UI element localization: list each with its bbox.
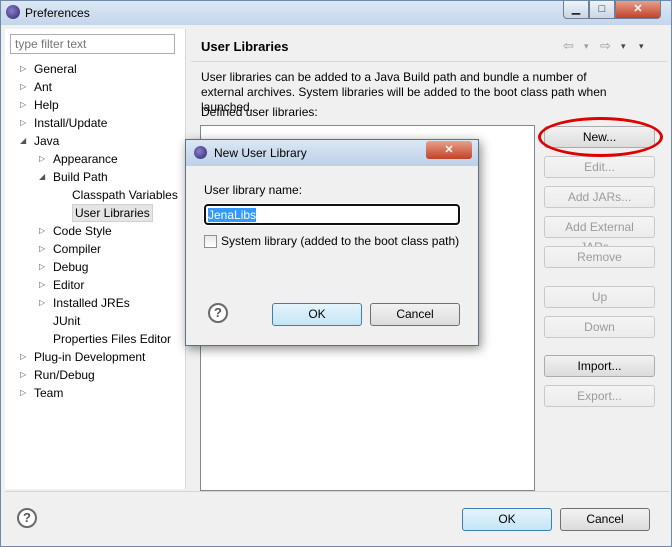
- up-button[interactable]: Up: [544, 286, 655, 308]
- library-name-input[interactable]: [203, 203, 461, 226]
- minimize-button[interactable]: ▁: [563, 1, 589, 19]
- preferences-tree-pane: [5, 29, 186, 489]
- collapsed-arrow-icon[interactable]: ▷: [39, 222, 49, 240]
- edit-button[interactable]: Edit...: [544, 156, 655, 178]
- tree-item-label: General: [34, 62, 77, 76]
- collapsed-arrow-icon[interactable]: ▷: [20, 78, 30, 96]
- collapsed-arrow-icon[interactable]: ▷: [39, 150, 49, 168]
- tree-item-label: Build Path: [53, 170, 108, 184]
- tree-item-label: Classpath Variables: [72, 188, 178, 202]
- add-jars-button[interactable]: Add JARs...: [544, 186, 655, 208]
- tree-item-label: Run/Debug: [34, 368, 95, 382]
- tree-item-label: Properties Files Editor: [53, 332, 172, 346]
- back-dropdown-icon[interactable]: ▾: [584, 41, 589, 52]
- down-button[interactable]: Down: [544, 316, 655, 338]
- dialog-ok-button[interactable]: OK: [272, 303, 362, 326]
- collapsed-arrow-icon[interactable]: ▷: [20, 366, 30, 384]
- tree-item-label: Debug: [53, 260, 89, 274]
- tree-item-label: Code Style: [53, 224, 112, 238]
- collapsed-arrow-icon[interactable]: ▷: [20, 60, 30, 78]
- dialog-cancel-button[interactable]: Cancel: [370, 303, 460, 326]
- new-user-library-dialog: New User Library ✕ User library name: Sy…: [185, 139, 479, 346]
- close-button[interactable]: ✕: [615, 1, 661, 19]
- tree-item-label: User Libraries: [72, 204, 153, 222]
- collapsed-arrow-icon[interactable]: ▷: [20, 114, 30, 132]
- eclipse-icon: [6, 5, 20, 19]
- collapsed-arrow-icon[interactable]: ▷: [39, 240, 49, 258]
- dialog-help-icon[interactable]: ?: [208, 303, 228, 323]
- highlight-circle-annotation: [538, 117, 663, 157]
- eclipse-icon: [194, 146, 207, 159]
- title-bar[interactable]: Preferences ▁ □ ✕: [1, 1, 671, 25]
- view-menu-icon[interactable]: ▾: [639, 41, 644, 52]
- collapsed-arrow-icon[interactable]: ▷: [39, 276, 49, 294]
- tree-item-label: Installed JREs: [53, 296, 130, 310]
- preferences-window: Preferences ▁ □ ✕ ▷ General ▷ Ant ▷ Help ▷ Inst…: [0, 0, 672, 547]
- expanded-arrow-icon[interactable]: ◢: [39, 168, 49, 186]
- tree-item-label: Java: [34, 134, 60, 148]
- collapsed-arrow-icon[interactable]: ▷: [20, 96, 30, 114]
- export-button[interactable]: Export...: [544, 385, 655, 407]
- window-title: Preferences: [25, 6, 90, 20]
- collapsed-arrow-icon[interactable]: ▷: [39, 294, 49, 312]
- dialog-title-bar[interactable]: New User Library ✕: [186, 140, 478, 166]
- system-library-checkbox[interactable]: [204, 235, 217, 248]
- footer-separator: [5, 491, 669, 492]
- remove-button[interactable]: Remove: [544, 246, 655, 268]
- help-icon[interactable]: ?: [17, 508, 37, 528]
- collapsed-arrow-icon[interactable]: ▷: [39, 258, 49, 276]
- forward-dropdown-icon[interactable]: ▾: [621, 41, 626, 52]
- tree-item-label: Install/Update: [34, 116, 108, 130]
- page-title: User Libraries: [201, 39, 289, 54]
- tree-item-label: Editor: [53, 278, 85, 292]
- ok-button[interactable]: OK: [462, 508, 552, 531]
- back-arrow-icon[interactable]: ⇦: [563, 38, 574, 54]
- filter-input[interactable]: [10, 34, 175, 54]
- tree-item-label: Appearance: [53, 152, 118, 166]
- tree-item-label: Team: [34, 386, 64, 400]
- system-library-label[interactable]: System library (added to the boot class …: [221, 234, 459, 248]
- tree-item-label: Ant: [34, 80, 53, 94]
- expanded-arrow-icon[interactable]: ◢: [20, 132, 30, 150]
- tree-item-label: Compiler: [53, 242, 102, 256]
- dialog-close-button[interactable]: ✕: [426, 141, 472, 159]
- defined-libraries-label: Defined user libraries:: [201, 105, 318, 119]
- library-name-label: User library name:: [204, 183, 303, 197]
- collapsed-arrow-icon[interactable]: ▷: [20, 384, 30, 402]
- tree-item-label: Plug-in Development: [34, 350, 146, 364]
- import-button[interactable]: Import...: [544, 355, 655, 377]
- tree-item-label: Help: [34, 98, 59, 112]
- cancel-button[interactable]: Cancel: [560, 508, 650, 531]
- tree-item-label: JUnit: [53, 314, 81, 328]
- collapsed-arrow-icon[interactable]: ▷: [20, 348, 30, 366]
- forward-arrow-icon[interactable]: ⇨: [600, 38, 611, 54]
- header-separator: [191, 61, 667, 62]
- dialog-title: New User Library: [214, 146, 307, 160]
- add-external-jars-button[interactable]: Add External JARs...: [544, 216, 655, 254]
- maximize-button[interactable]: □: [589, 1, 615, 19]
